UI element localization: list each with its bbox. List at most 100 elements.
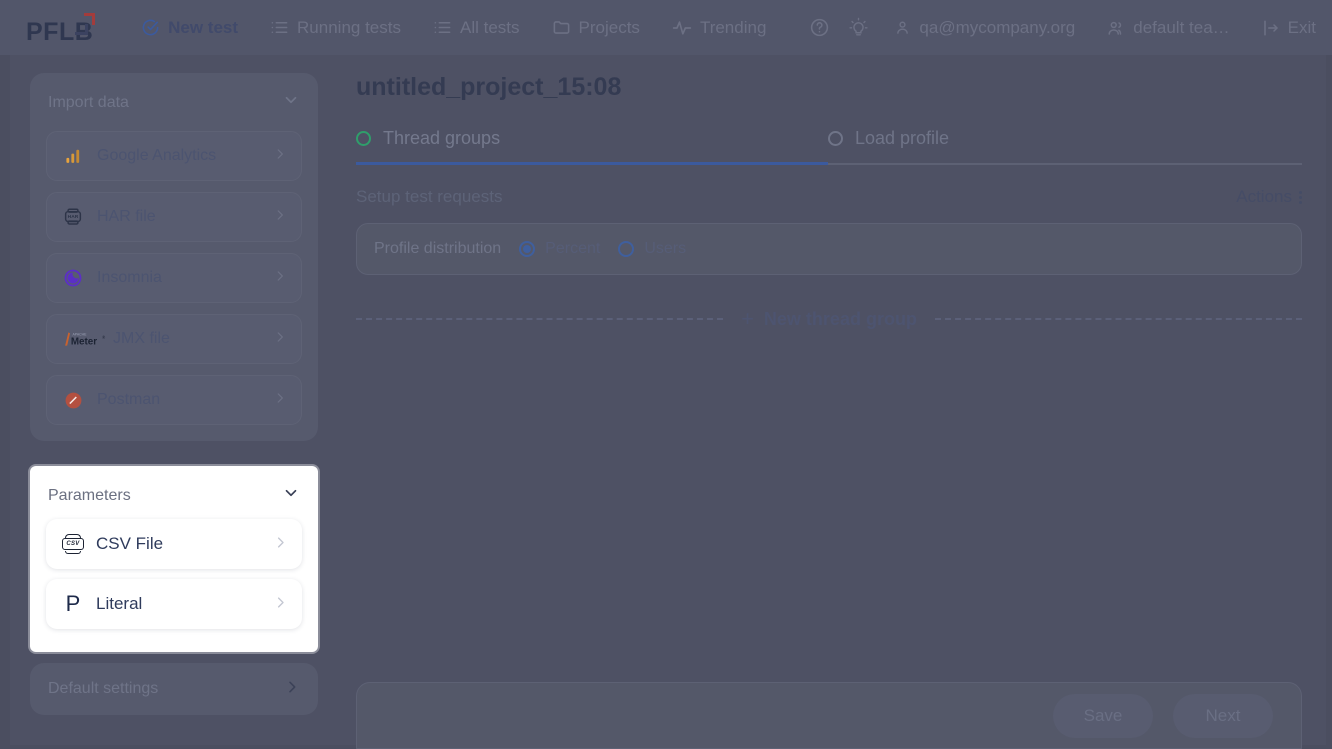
tab-bar: Thread groups Load profile: [356, 128, 1302, 165]
radio-users-label: Users: [644, 240, 687, 257]
section-title: Setup test requests: [356, 187, 503, 206]
tab-label: Thread groups: [383, 128, 501, 148]
team-label: default tea…: [1133, 17, 1230, 37]
actions-label: Actions: [1236, 187, 1292, 206]
chevron-down-icon[interactable]: [282, 484, 300, 507]
chevron-right-icon: [273, 146, 287, 166]
nav-label: Running tests: [297, 17, 401, 37]
radio-percent-input[interactable]: [519, 241, 536, 257]
new-thread-group-row: + New thread group: [356, 308, 1302, 330]
sidebar-item-postman[interactable]: Postman: [46, 375, 302, 425]
insomnia-icon: [61, 269, 85, 287]
users-icon: [1107, 19, 1125, 37]
sidebar-item-label: Google Analytics: [97, 147, 217, 164]
save-button[interactable]: Save: [1053, 693, 1153, 738]
exit-button[interactable]: Exit: [1246, 0, 1332, 55]
har-file-icon: HAR: [61, 208, 85, 226]
svg-text:®: ®: [102, 335, 105, 340]
page-title: untitled_project_15:08: [356, 73, 622, 101]
divider-left: [356, 318, 724, 320]
nav-label: Projects: [578, 17, 640, 37]
question-circle-icon: [809, 17, 830, 38]
active-tab-indicator: [356, 162, 828, 165]
google-analytics-icon: [61, 148, 85, 165]
sidebar-item-label: Insomnia: [97, 269, 162, 286]
chevron-right-icon: [273, 390, 287, 410]
profile-distribution-label: Profile distribution: [374, 240, 502, 257]
new-thread-group-button[interactable]: + New thread group: [741, 308, 917, 330]
import-data-header[interactable]: Import data: [46, 87, 302, 120]
jmeter-icon: APACHE Meter ®: [61, 329, 107, 349]
window-edge-right: [1326, 0, 1332, 749]
account-label: qa@mycompany.org: [919, 17, 1076, 37]
section-header: Setup test requests Actions: [356, 187, 1302, 207]
list-icon: [270, 18, 289, 37]
chevron-right-icon: [273, 329, 287, 349]
chevron-right-icon: [273, 594, 288, 615]
sidebar-item-insomnia[interactable]: Insomnia: [46, 253, 302, 303]
sidebar-item-label: Postman: [97, 391, 161, 408]
nav-item-trending[interactable]: Trending: [656, 0, 782, 55]
circle-icon: [356, 131, 371, 146]
sidebar-item-label: CSV File: [96, 534, 164, 553]
kebab-menu-icon: [1299, 190, 1302, 204]
sidebar-item-default-settings[interactable]: Default settings: [30, 663, 318, 715]
folder-icon: [552, 18, 571, 37]
top-navigation-bar: PFLB New test Running tests All tests Pr…: [0, 0, 1332, 55]
help-button[interactable]: [800, 0, 839, 55]
check-circle-icon: [141, 18, 160, 37]
svg-text:Meter: Meter: [71, 337, 97, 348]
literal-p-icon: P: [65, 591, 81, 616]
logo-bracket-mark: [75, 12, 96, 35]
plus-icon: +: [741, 306, 754, 331]
chevron-right-icon: [273, 207, 287, 227]
import-data-title: Import data: [48, 93, 129, 111]
team-menu[interactable]: default tea…: [1091, 0, 1245, 55]
svg-text:HAR: HAR: [68, 214, 79, 220]
csv-file-icon: CSV: [60, 534, 86, 554]
nav-item-running-tests[interactable]: Running tests: [254, 0, 417, 55]
account-menu[interactable]: qa@mycompany.org: [878, 0, 1091, 55]
main-content: untitled_project_15:08 Thread groups Loa…: [356, 73, 1302, 330]
nav-item-all-tests[interactable]: All tests: [417, 0, 536, 55]
new-thread-group-label: New thread group: [763, 308, 917, 329]
sidebar-item-label: JMX file: [113, 330, 170, 347]
nav-label: New test: [168, 17, 239, 37]
sidebar-item-jmx-file[interactable]: APACHE Meter ® JMX file: [46, 314, 302, 364]
app-root: PFLB New test Running tests All tests Pr…: [0, 0, 1332, 749]
tab-label: Load profile: [855, 128, 950, 148]
pflb-logo[interactable]: PFLB: [26, 11, 99, 45]
radio-users-input[interactable]: [618, 241, 635, 257]
postman-icon: [61, 391, 85, 410]
window-edge-left: [0, 0, 10, 749]
tab-thread-groups[interactable]: Thread groups: [356, 128, 828, 163]
sidebar-item-google-analytics[interactable]: Google Analytics: [46, 131, 302, 181]
footer-action-bar: Save Next: [356, 682, 1302, 749]
radio-users[interactable]: Users: [618, 240, 686, 258]
sidebar-item-har-file[interactable]: HAR HAR file: [46, 192, 302, 242]
sidebar-item-label: Literal: [96, 594, 143, 613]
profile-distribution-card: Profile distribution Percent Users: [356, 223, 1302, 275]
next-button[interactable]: Next: [1173, 693, 1273, 738]
radio-percent[interactable]: Percent: [519, 240, 600, 258]
exit-label: Exit: [1287, 17, 1316, 37]
pulse-icon: [672, 18, 692, 38]
parameters-header[interactable]: Parameters: [46, 482, 302, 509]
divider-right: [934, 318, 1302, 320]
user-icon: [894, 19, 911, 36]
tab-load-profile[interactable]: Load profile: [828, 128, 1300, 163]
lightbulb-icon: [848, 17, 869, 38]
theme-toggle-button[interactable]: [839, 0, 878, 55]
sidebar-item-csv-file[interactable]: CSV CSV File: [46, 519, 302, 569]
nav-item-new-test[interactable]: New test: [125, 0, 254, 55]
exit-icon: [1262, 19, 1280, 37]
radio-percent-label: Percent: [545, 240, 601, 257]
nav-label: Trending: [699, 17, 767, 37]
chevron-down-icon[interactable]: [282, 91, 300, 114]
nav-label: All tests: [459, 17, 520, 37]
parameters-panel-highlight: Parameters CSV CSV File P Literal: [30, 466, 318, 652]
sidebar-item-literal[interactable]: P Literal: [46, 579, 302, 629]
actions-menu-button[interactable]: Actions: [1236, 187, 1302, 207]
parameters-title: Parameters: [48, 486, 131, 504]
nav-item-projects[interactable]: Projects: [536, 0, 656, 55]
